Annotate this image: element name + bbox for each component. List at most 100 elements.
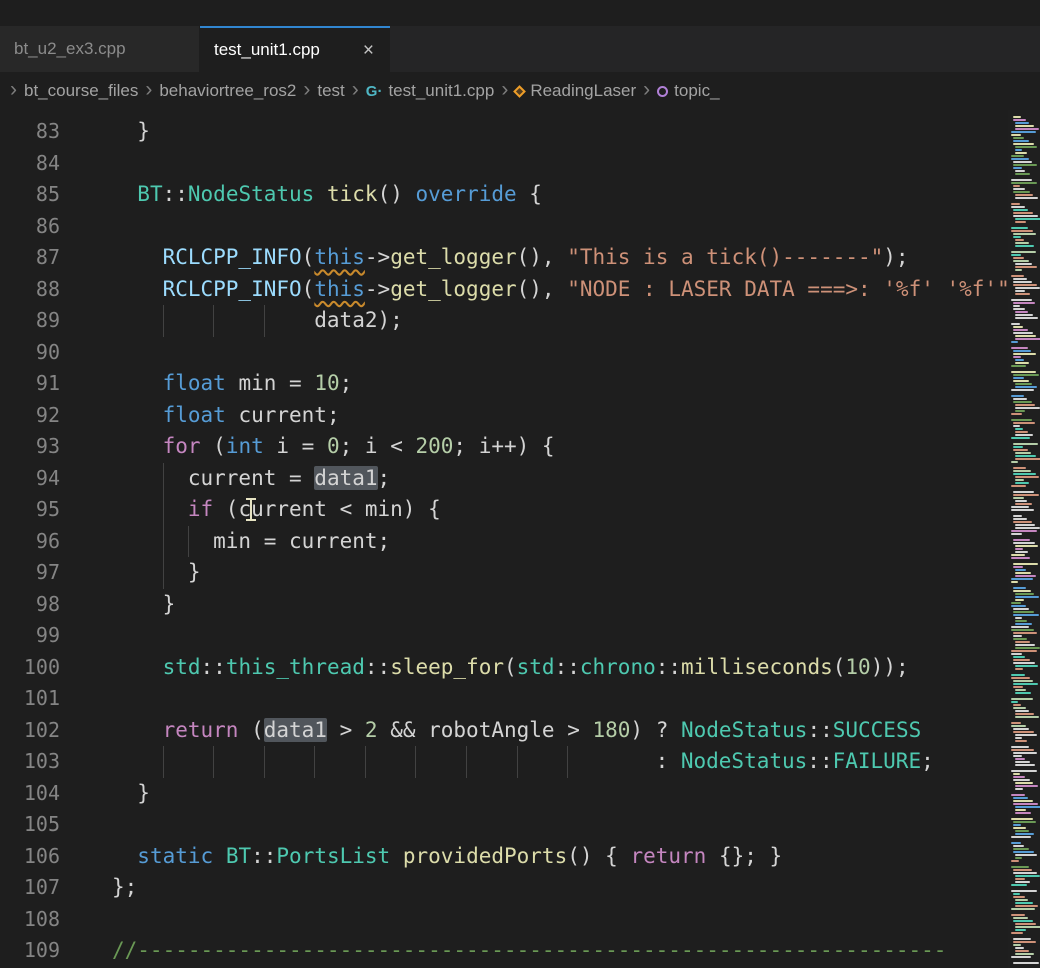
close-icon[interactable]: × bbox=[361, 41, 376, 60]
code-line[interactable]: 103 : NodeStatus::FAILURE; bbox=[0, 746, 1040, 778]
tab-bar: bt_u2_ex3.cpp test_unit1.cpp × bbox=[0, 26, 1040, 72]
minimap-line bbox=[1013, 851, 1034, 853]
minimap-line bbox=[1015, 479, 1024, 481]
minimap-line bbox=[1013, 518, 1027, 520]
code-line[interactable]: 88 RCLCPP_INFO(this->get_logger(), "NODE… bbox=[0, 274, 1040, 306]
line-number[interactable]: 94 bbox=[0, 463, 60, 495]
line-number[interactable]: 101 bbox=[0, 683, 60, 715]
line-number[interactable]: 99 bbox=[0, 620, 60, 652]
token: min = bbox=[226, 371, 315, 395]
line-number[interactable]: 87 bbox=[0, 242, 60, 274]
line-number[interactable]: 92 bbox=[0, 400, 60, 432]
minimap-line bbox=[1013, 707, 1026, 709]
code-line[interactable]: 104 } bbox=[0, 778, 1040, 810]
line-number[interactable]: 97 bbox=[0, 557, 60, 589]
line-number[interactable]: 106 bbox=[0, 841, 60, 873]
line-number[interactable]: 89 bbox=[0, 305, 60, 337]
tab-test_unit1[interactable]: test_unit1.cpp × bbox=[200, 26, 390, 72]
code-line[interactable]: 89 data2); bbox=[0, 305, 1040, 337]
minimap-line bbox=[1011, 227, 1028, 229]
line-number[interactable]: 86 bbox=[0, 211, 60, 243]
line-number[interactable]: 105 bbox=[0, 809, 60, 841]
line-number[interactable]: 107 bbox=[0, 872, 60, 904]
breadcrumb-item-topic[interactable]: topic_ bbox=[657, 81, 719, 101]
line-number[interactable]: 95 bbox=[0, 494, 60, 526]
minimap-line bbox=[1011, 295, 1040, 298]
code-line[interactable]: 84 bbox=[0, 148, 1040, 180]
code-line[interactable]: 95 if (current < min) { bbox=[0, 494, 1040, 526]
breadcrumb-item-readinglaser[interactable]: ReadingLaser bbox=[515, 81, 636, 101]
line-number[interactable]: 108 bbox=[0, 904, 60, 936]
line-number[interactable]: 104 bbox=[0, 778, 60, 810]
code-line[interactable]: 105 bbox=[0, 809, 1040, 841]
minimap-line bbox=[1013, 941, 1036, 943]
code-line[interactable]: 106 static BT::PortsList providedPorts()… bbox=[0, 841, 1040, 873]
minimap-line bbox=[1015, 146, 1037, 148]
token: ( bbox=[302, 245, 315, 269]
minimap-line bbox=[1013, 281, 1032, 283]
code-line[interactable]: 91 float min = 10; bbox=[0, 368, 1040, 400]
breadcrumb-item-behaviortree_ros2[interactable]: behaviortree_ros2 bbox=[159, 81, 296, 101]
minimap-line bbox=[1015, 128, 1039, 130]
token: -> bbox=[365, 245, 390, 269]
code-line[interactable]: 99 bbox=[0, 620, 1040, 652]
line-number[interactable]: 103 bbox=[0, 746, 60, 778]
code-line[interactable]: 93 for (int i = 0; i < 200; i++) { bbox=[0, 431, 1040, 463]
code-line[interactable]: 109//-----------------------------------… bbox=[0, 935, 1040, 967]
minimap-line bbox=[1011, 838, 1040, 841]
code-line[interactable]: 85 BT::NodeStatus tick() override { bbox=[0, 179, 1040, 211]
code-line[interactable]: 97 } bbox=[0, 557, 1040, 589]
code-line[interactable]: 83 } bbox=[0, 116, 1040, 148]
minimap-line bbox=[1011, 347, 1028, 349]
code-line[interactable]: 87 RCLCPP_INFO(this->get_logger(), "This… bbox=[0, 242, 1040, 274]
line-number[interactable]: 88 bbox=[0, 274, 60, 306]
indent-guide-line bbox=[264, 746, 315, 778]
breadcrumb-item-test[interactable]: test bbox=[317, 81, 344, 101]
token: std bbox=[163, 655, 201, 679]
token: { bbox=[517, 182, 542, 206]
breadcrumb-label: topic_ bbox=[674, 81, 719, 101]
code-line[interactable]: 100 std::this_thread::sleep_for(std::chr… bbox=[0, 652, 1040, 684]
line-number[interactable]: 100 bbox=[0, 652, 60, 684]
code-line[interactable]: 92 float current; bbox=[0, 400, 1040, 432]
line-number[interactable]: 83 bbox=[0, 116, 60, 148]
code-line[interactable]: 98 } bbox=[0, 589, 1040, 621]
line-number[interactable]: 96 bbox=[0, 526, 60, 558]
minimap-line bbox=[1013, 731, 1034, 733]
code-line[interactable]: 102 return (data1 > 2 && robotAngle > 18… bbox=[0, 715, 1040, 747]
minimap-line bbox=[1013, 542, 1035, 544]
line-number[interactable]: 98 bbox=[0, 589, 60, 621]
breadcrumb-item-test_unit1-cpp[interactable]: G· test_unit1.cpp bbox=[366, 81, 495, 101]
code-text: } bbox=[112, 557, 201, 589]
code-line[interactable]: 86 bbox=[0, 211, 1040, 243]
code-line[interactable]: 101 bbox=[0, 683, 1040, 715]
line-number[interactable]: 109 bbox=[0, 935, 60, 967]
tab-bt_u2_ex3[interactable]: bt_u2_ex3.cpp bbox=[0, 26, 200, 72]
line-number[interactable]: 85 bbox=[0, 179, 60, 211]
code-line[interactable]: 90 bbox=[0, 337, 1040, 369]
line-number[interactable]: 91 bbox=[0, 368, 60, 400]
line-number[interactable]: 102 bbox=[0, 715, 60, 747]
minimap-line bbox=[1011, 559, 1040, 562]
line-number[interactable]: 93 bbox=[0, 431, 60, 463]
minimap-line bbox=[1015, 458, 1040, 460]
minimap-line bbox=[1011, 439, 1040, 442]
minimap-line bbox=[1015, 593, 1034, 595]
breadcrumb-item-bt_course_files[interactable]: bt_course_files bbox=[24, 81, 138, 101]
minimap-line bbox=[1015, 149, 1022, 151]
indent-guide-line bbox=[314, 746, 365, 778]
token bbox=[112, 749, 163, 773]
code-line[interactable]: 94 current = data1; bbox=[0, 463, 1040, 495]
token: PortsList bbox=[276, 844, 390, 868]
minimap-line bbox=[1013, 425, 1020, 427]
line-number[interactable]: 84 bbox=[0, 148, 60, 180]
minimap-line bbox=[1013, 938, 1031, 940]
token bbox=[112, 529, 163, 553]
code-line[interactable]: 96 min = current; bbox=[0, 526, 1040, 558]
line-number[interactable]: 90 bbox=[0, 337, 60, 369]
code-line[interactable]: 107}; bbox=[0, 872, 1040, 904]
code-line[interactable]: 108 bbox=[0, 904, 1040, 936]
token: current; bbox=[226, 403, 340, 427]
minimap[interactable] bbox=[1008, 110, 1040, 968]
minimap-line bbox=[1011, 677, 1030, 679]
